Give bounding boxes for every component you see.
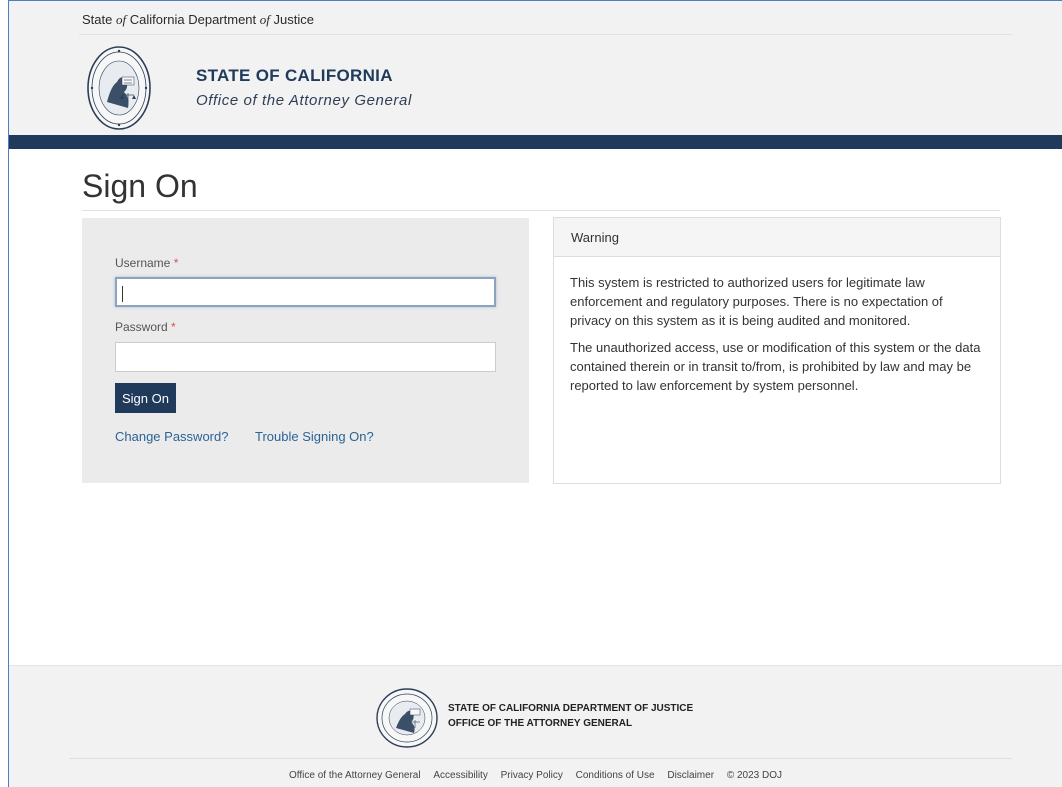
required-marker: * — [171, 320, 176, 334]
trouble-signing-on-link[interactable]: Trouble Signing On? — [255, 429, 374, 444]
password-input[interactable] — [115, 342, 496, 372]
site-footer: STATE OF CALIFORNIA DEPARTMENT OF JUSTIC… — [9, 665, 1062, 787]
text-caret — [122, 286, 123, 302]
warning-body: This system is restricted to authorized … — [554, 257, 1000, 395]
page-title: Sign On — [82, 168, 198, 204]
footer-link-conditions-of-use[interactable]: Conditions of Use — [576, 770, 655, 781]
warning-paragraph: This system is restricted to authorized … — [570, 275, 943, 328]
title-divider — [82, 210, 1000, 211]
change-password-link[interactable]: Change Password? — [115, 429, 228, 444]
seal-logo-icon[interactable] — [86, 44, 152, 132]
footer-copyright: © 2023 DOJ — [726, 770, 782, 781]
footer-agency-name: STATE OF CALIFORNIA DEPARTMENT OF JUSTIC… — [448, 703, 694, 729]
header-divider — [79, 34, 1012, 35]
footer-link-attorney-general[interactable]: Office of the Attorney General — [289, 770, 421, 781]
sign-on-button[interactable]: Sign On — [115, 383, 176, 413]
username-label: Username * — [115, 256, 179, 270]
utility-text: State of California Department of Justic… — [82, 12, 314, 27]
footer-seal-icon — [373, 687, 441, 749]
password-label: Password * — [115, 320, 176, 334]
nav-bar — [9, 135, 1062, 149]
warning-paragraph: The unauthorized access, use or modifica… — [570, 340, 981, 393]
footer-links: Office of the Attorney General Accessibi… — [9, 770, 1062, 781]
brand-title: STATE OF CALIFORNIA — [196, 66, 393, 85]
required-marker: * — [173, 256, 179, 270]
footer-link-disclaimer[interactable]: Disclaimer — [667, 770, 714, 781]
sign-on-form: Username * Password * Sign On Change Pas… — [82, 218, 529, 483]
warning-heading: Warning — [554, 218, 1000, 257]
site-header: State of California Department of Justic… — [9, 1, 1062, 135]
brand-subtitle: Office of the Attorney General — [196, 92, 412, 109]
footer-link-privacy-policy[interactable]: Privacy Policy — [501, 770, 563, 781]
footer-divider — [69, 758, 1012, 759]
warning-panel: Warning This system is restricted to aut… — [553, 217, 1001, 484]
footer-link-accessibility[interactable]: Accessibility — [433, 770, 487, 781]
username-input[interactable] — [115, 277, 496, 307]
